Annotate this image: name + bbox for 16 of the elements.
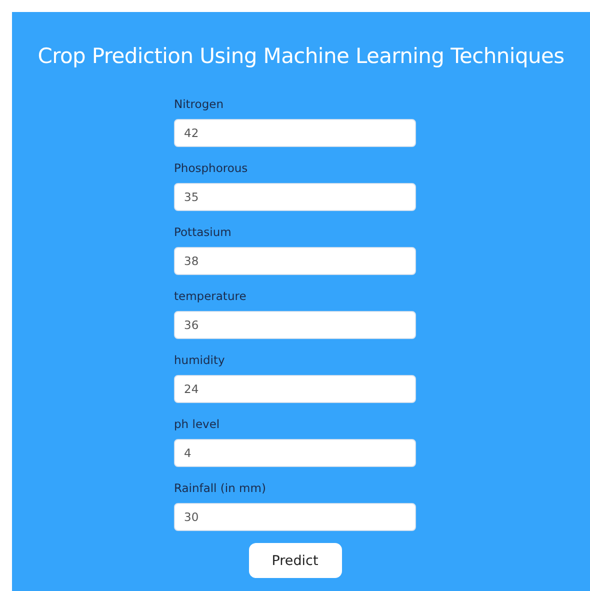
input-field[interactable]: 38 <box>174 247 416 275</box>
input-field[interactable]: 42 <box>174 119 416 147</box>
field-label: humidity <box>174 352 225 368</box>
input-field[interactable]: 30 <box>174 503 416 531</box>
field-label: temperature <box>174 288 246 304</box>
field-label: Rainfall (in mm) <box>174 480 266 496</box>
field-label: Pottasium <box>174 224 232 240</box>
predict-button[interactable]: Predict <box>248 543 342 578</box>
input-field[interactable]: 24 <box>174 375 416 403</box>
input-field[interactable]: 35 <box>174 183 416 211</box>
input-field[interactable]: 4 <box>174 439 416 467</box>
field-label: ph level <box>174 416 220 432</box>
field-label: Phosphorous <box>174 160 248 176</box>
page-title: Crop Prediction Using Machine Learning Techniques <box>36 43 566 70</box>
field-label: Nitrogen <box>174 96 224 112</box>
input-field[interactable]: 36 <box>174 311 416 339</box>
